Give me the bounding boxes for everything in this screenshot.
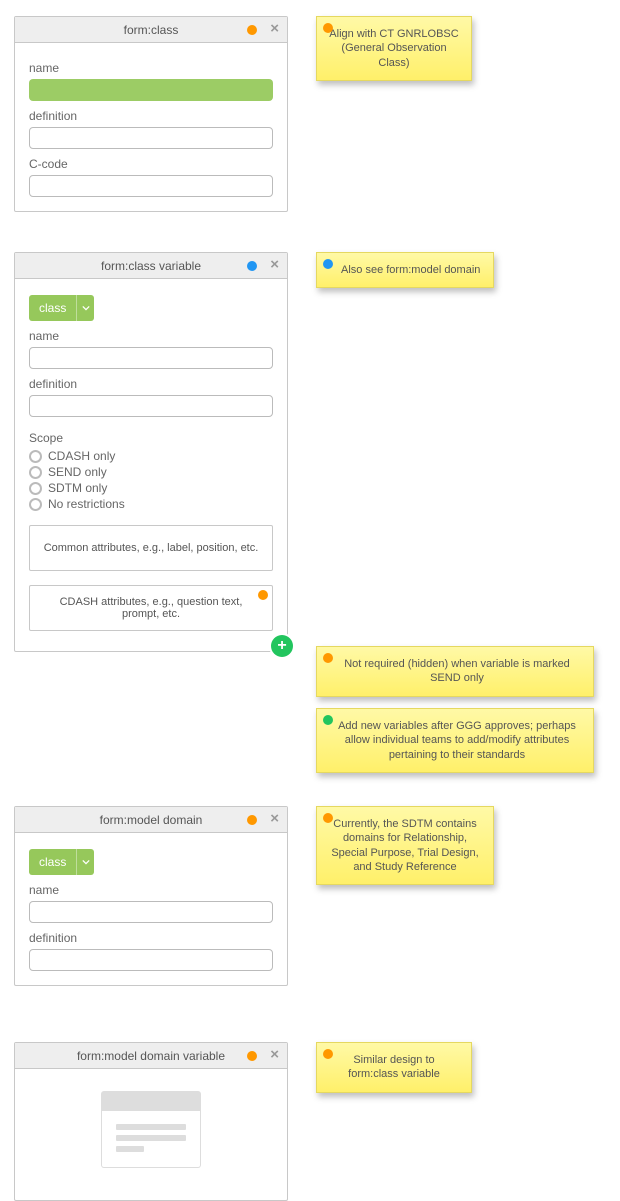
note-dot-icon — [323, 259, 333, 269]
sticky-text: Add new variables after GGG approves; pe… — [338, 720, 576, 761]
panel-header: form:class × — [15, 17, 287, 43]
radio-label: No restrictions — [48, 497, 125, 511]
status-dot-icon — [247, 1051, 257, 1061]
label-name: name — [29, 329, 273, 343]
label-definition: definition — [29, 109, 273, 123]
label-name: name — [29, 61, 273, 75]
panel-form-model-domain-variable: form:model domain variable × — [14, 1042, 288, 1201]
note-dot-icon — [323, 1049, 333, 1059]
status-dot-icon — [247, 815, 257, 825]
note-dot-icon — [323, 813, 333, 823]
name-input[interactable] — [29, 347, 273, 369]
select-label: class — [29, 301, 76, 315]
panel-form-model-domain: form:model domain × class name definitio… — [14, 806, 288, 986]
sticky-note-similar-design: Similar design to form:class variable — [316, 1042, 472, 1093]
chevron-down-icon — [76, 295, 94, 321]
radio-icon — [29, 482, 42, 495]
label-definition: definition — [29, 931, 273, 945]
panel-body: class name definition Scope CDASH only S… — [15, 279, 287, 651]
close-icon[interactable]: × — [270, 1047, 279, 1062]
sticky-note-not-required: Not required (hidden) when variable is m… — [316, 646, 594, 697]
definition-input[interactable] — [29, 127, 273, 149]
sticky-note-sdtm-domains: Currently, the SDTM contains domains for… — [316, 806, 494, 885]
radio-icon — [29, 450, 42, 463]
panel-body: class name definition — [15, 833, 287, 985]
close-icon[interactable]: × — [270, 257, 279, 272]
panel-header: form:class variable × — [15, 253, 287, 279]
radio-label: SEND only — [48, 465, 107, 479]
status-dot-icon — [247, 25, 257, 35]
class-select[interactable]: class — [29, 295, 94, 321]
panel-body — [15, 1069, 287, 1200]
label-name: name — [29, 883, 273, 897]
definition-input[interactable] — [29, 395, 273, 417]
panel-body: name definition C-code — [15, 43, 287, 211]
panel-header: form:model domain × — [15, 807, 287, 833]
scope-option-sdtm[interactable]: SDTM only — [29, 481, 273, 495]
sticky-note-see-model-domain: Also see form:model domain — [316, 252, 494, 288]
box-text: Common attributes, e.g., label, position… — [44, 542, 259, 554]
label-ccode: C-code — [29, 157, 273, 171]
scope-option-none[interactable]: No restrictions — [29, 497, 273, 511]
scope-option-cdash[interactable]: CDASH only — [29, 449, 273, 463]
form-placeholder-icon — [101, 1091, 201, 1168]
chevron-down-icon — [76, 849, 94, 875]
sticky-text: Currently, the SDTM contains domains for… — [331, 818, 478, 873]
common-attributes-box[interactable]: Common attributes, e.g., label, position… — [29, 525, 273, 571]
scope-option-send[interactable]: SEND only — [29, 465, 273, 479]
status-dot-icon — [247, 261, 257, 271]
panel-form-class-variable: form:class variable × class name definit… — [14, 252, 288, 652]
note-dot-icon — [323, 23, 333, 33]
sticky-note-align-ct: Align with CT GNRLOBSC (General Observat… — [316, 16, 472, 81]
name-input[interactable] — [29, 79, 273, 101]
sticky-text: Also see form:model domain — [341, 264, 480, 276]
add-button[interactable]: + — [271, 635, 293, 657]
radio-icon — [29, 466, 42, 479]
ccode-input[interactable] — [29, 175, 273, 197]
label-scope: Scope — [29, 431, 273, 445]
close-icon[interactable]: × — [270, 21, 279, 36]
panel-header: form:model domain variable × — [15, 1043, 287, 1069]
status-dot-icon — [258, 590, 268, 600]
label-definition: definition — [29, 377, 273, 391]
panel-form-class: form:class × name definition C-code — [14, 16, 288, 212]
definition-input[interactable] — [29, 949, 273, 971]
note-dot-icon — [323, 715, 333, 725]
select-label: class — [29, 855, 76, 869]
radio-label: SDTM only — [48, 481, 107, 495]
close-icon[interactable]: × — [270, 811, 279, 826]
radio-icon — [29, 498, 42, 511]
plus-icon: + — [277, 637, 286, 655]
box-text: CDASH attributes, e.g., question text, p… — [40, 596, 262, 620]
note-dot-icon — [323, 653, 333, 663]
sticky-note-add-variables: Add new variables after GGG approves; pe… — [316, 708, 594, 773]
class-select[interactable]: class — [29, 849, 94, 875]
name-input[interactable] — [29, 901, 273, 923]
sticky-text: Align with CT GNRLOBSC (General Observat… — [329, 28, 458, 69]
sticky-text: Similar design to form:class variable — [348, 1054, 440, 1080]
cdash-attributes-box[interactable]: CDASH attributes, e.g., question text, p… — [29, 585, 273, 631]
radio-label: CDASH only — [48, 449, 115, 463]
sticky-text: Not required (hidden) when variable is m… — [344, 658, 570, 684]
